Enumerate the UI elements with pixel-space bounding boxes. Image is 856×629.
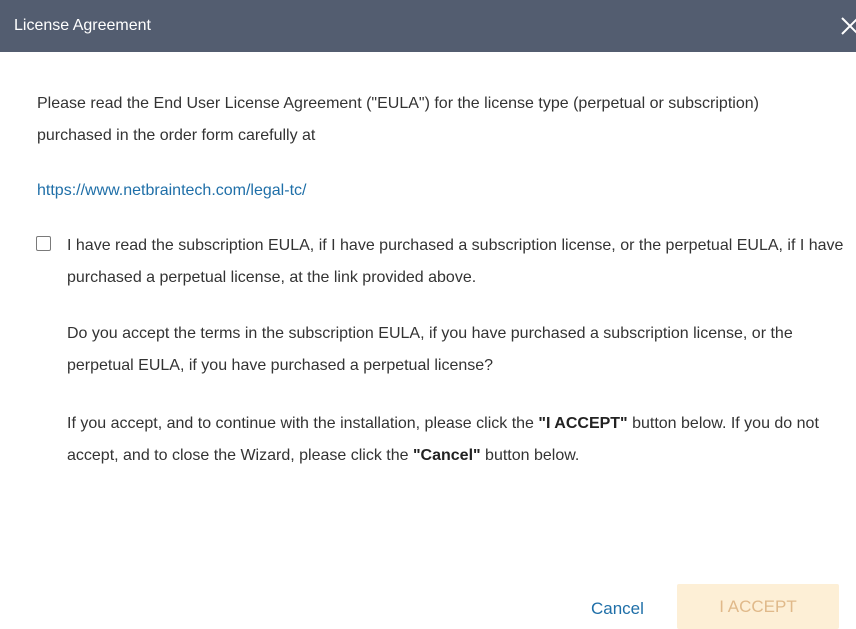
dialog-title: License Agreement	[14, 17, 151, 34]
checkbox-icon[interactable]	[36, 236, 51, 251]
close-icon[interactable]	[834, 12, 856, 40]
accept-reference: "I ACCEPT"	[538, 415, 628, 432]
accept-button[interactable]: I ACCEPT	[677, 584, 839, 629]
checkbox-label[interactable]: I have read the subscription EULA, if I …	[67, 230, 847, 294]
instruction-part3: button below.	[480, 447, 580, 464]
license-agreement-dialog: License Agreement Please read the End Us…	[0, 0, 856, 629]
instruction-text: If you accept, and to continue with the …	[67, 408, 847, 472]
eula-link[interactable]: https://www.netbraintech.com/legal-tc/	[37, 179, 306, 203]
accept-question-text: Do you accept the terms in the subscript…	[67, 325, 793, 374]
instruction-part1: If you accept, and to continue with the …	[67, 415, 539, 432]
dialog-content: Please read the End User License Agreeme…	[0, 52, 856, 629]
intro-text: Please read the End User License Agreeme…	[37, 95, 759, 144]
cancel-button[interactable]: Cancel	[591, 598, 644, 620]
cancel-reference: "Cancel"	[412, 447, 481, 464]
dialog-titlebar: License Agreement	[0, 0, 856, 52]
